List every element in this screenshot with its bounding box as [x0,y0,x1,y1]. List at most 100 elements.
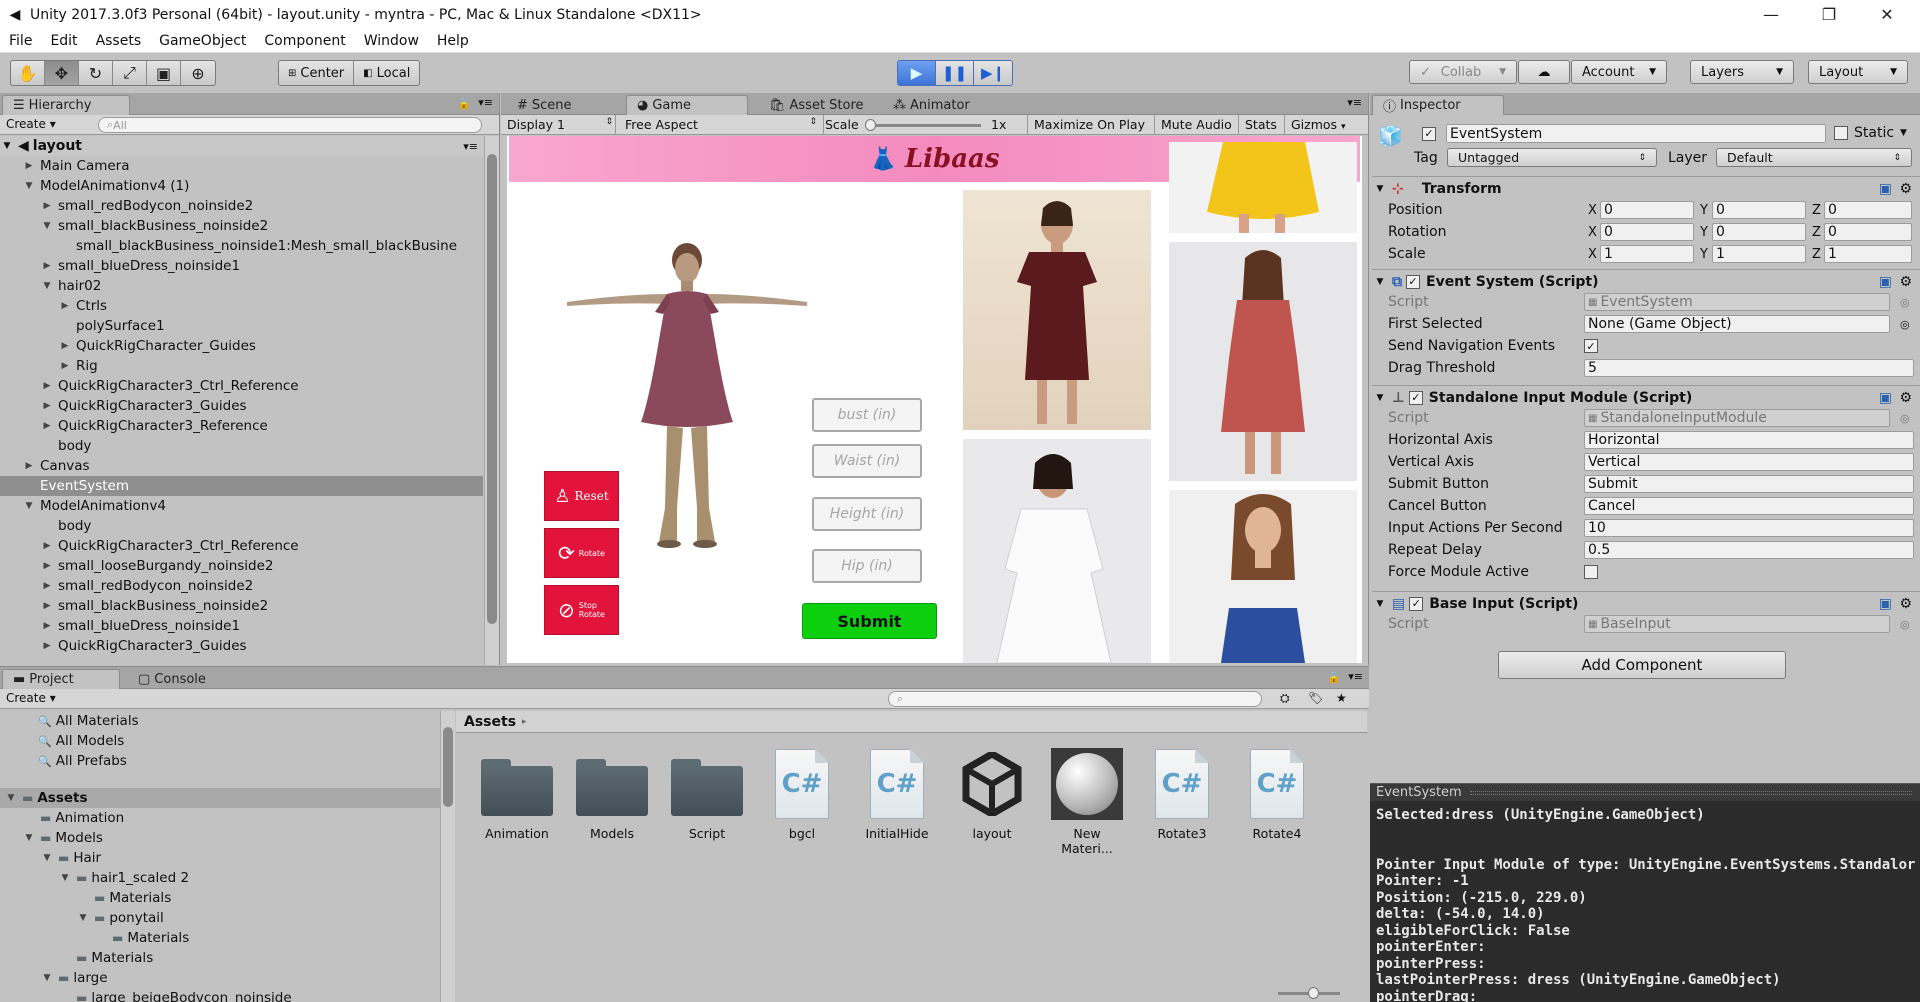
favorite-star-icon[interactable]: ★ [1336,691,1347,705]
hierarchy-row[interactable]: ▼ small_blackBusiness_noinside2 [0,216,483,236]
tab-game[interactable]: ◕ Game [626,95,748,115]
standalone-header[interactable]: ▼ ⊥ ✓ Standalone Input Module (Script) ▣… [1372,385,1920,409]
breadcrumb-assets[interactable]: Assets [464,714,516,730]
pause-icon[interactable]: ❚❚ [936,61,974,85]
rect-tool-icon[interactable]: ▣ [147,61,181,85]
active-checkbox[interactable]: ✓ [1422,126,1436,141]
bust-input[interactable]: bust (in) [812,398,922,432]
account-dropdown[interactable]: Account ▼ [1571,60,1667,84]
hierarchy-row[interactable]: ▶ QuickRigCharacter_Guides [0,336,483,356]
expanded-triangle-icon[interactable]: ▼ [22,501,36,511]
collapsed-triangle-icon[interactable]: ▶ [40,421,54,431]
expanded-triangle-icon[interactable]: ▼ [58,873,72,883]
hip-input[interactable]: Hip (in) [812,549,922,583]
create-dropdown[interactable]: Create ▾ [6,117,56,131]
settings-gear-icon[interactable]: ⚙ [1899,274,1912,290]
add-component-button[interactable]: Add Component [1498,651,1786,679]
menu-edit[interactable]: Edit [41,33,86,49]
dress-photo-yellow[interactable] [1169,142,1357,233]
project-tree-scroll-thumb[interactable] [443,727,453,807]
layout-dropdown[interactable]: Layout ▼ [1808,60,1908,84]
stats-toggle[interactable]: Stats [1245,117,1277,132]
panel-menu-icon[interactable]: ▾≡ [478,96,493,109]
expanded-triangle-icon[interactable]: ▼ [40,281,54,291]
project-tree-row[interactable]: ▬ Materials [0,928,440,948]
hierarchy-row[interactable]: ▼ ModelAnimationv4 (1) [0,176,483,196]
layers-dropdown[interactable]: Layers ▼ [1690,60,1794,84]
settings-gear-icon[interactable]: ⚙ [1899,596,1912,612]
asset-item[interactable]: Animation [476,748,558,841]
settings-gear-icon[interactable]: ⚙ [1899,390,1912,406]
help-icon[interactable]: ▣ [1879,390,1892,406]
submit-button[interactable]: Submit [802,603,937,639]
hierarchy-row[interactable]: small_blackBusiness_noinside1:Mesh_small… [0,236,483,256]
collab-button[interactable]: ✓ Collab ▼ [1409,60,1517,84]
hierarchy-row[interactable]: body [0,436,483,456]
tag-dropdown[interactable]: Untagged ⇕ [1447,148,1657,167]
collapsed-triangle-icon[interactable]: ▶ [40,201,54,211]
rotate-tool-icon[interactable]: ↻ [79,61,113,85]
favorite-item[interactable]: 🔍 All Models [0,731,440,751]
dress-photo-burgundy[interactable] [963,190,1151,430]
hierarchy-row[interactable]: ▶ Canvas [0,456,483,476]
first-selected-field[interactable]: None (Game Object) [1584,315,1890,333]
menu-file[interactable]: File [0,33,41,49]
force-module-checkbox[interactable] [1584,565,1598,579]
tab-animator[interactable]: ⁂ Animator [883,95,980,115]
hierarchy-row[interactable]: ▶ Rig [0,356,483,376]
hierarchy-row[interactable]: ▶ QuickRigCharacter3_Guides [0,396,483,416]
lock-icon[interactable]: 🔒 [457,97,471,110]
component-enabled-checkbox[interactable]: ✓ [1406,274,1420,289]
object-name-field[interactable]: EventSystem [1446,124,1826,143]
hand-tool-icon[interactable]: ✋ [11,61,45,85]
expanded-triangle-icon[interactable]: ▼ [4,793,18,803]
collapsed-triangle-icon[interactable]: ▶ [40,401,54,411]
menu-component[interactable]: Component [255,33,354,49]
submit-button-field[interactable]: Submit [1584,475,1914,493]
static-toggle[interactable]: Static ▼ [1834,125,1907,141]
hierarchy-row[interactable]: ▶ small_blueDress_noinside1 [0,616,483,636]
gizmos-dropdown[interactable]: Gizmos ▾ [1291,117,1346,132]
project-tree-scrollbar[interactable] [440,711,455,1002]
aspect-dropdown[interactable]: Free Aspect ⇕ [625,117,817,132]
asset-item[interactable]: Models [571,748,653,841]
asset-item[interactable]: C# InitialHide [856,748,938,841]
game-viewport[interactable]: 👗 Libaas ♙ Reset ⟳ Rotate ⊘ Stop Rotate bus… [507,136,1362,663]
hierarchy-row[interactable]: ▶ small_redBodycon_noinside2 [0,576,483,596]
close-button[interactable]: ✕ [1858,0,1916,29]
expanded-triangle-icon[interactable]: ▼ [40,973,54,983]
display-dropdown[interactable]: Display 1 ⇕ [507,117,613,132]
asset-item[interactable]: layout [951,748,1033,841]
scene-root-row[interactable]: ▼ ◀ layout ▾≡ [0,136,484,156]
asset-item[interactable]: New Materi... [1046,748,1128,856]
position-x-field[interactable]: 0 [1600,201,1694,219]
expanded-triangle-icon[interactable]: ▼ [76,913,90,923]
object-picker-icon[interactable]: ◎ [1900,318,1910,331]
lock-icon[interactable]: 🔒 [1327,671,1341,684]
filter-label-icon[interactable]: 🏷 [1308,691,1323,705]
scale-z-field[interactable]: 1 [1824,245,1912,263]
waist-input[interactable]: Waist (in) [812,444,922,478]
favorite-item[interactable]: 🔍 All Prefabs [0,751,440,771]
project-tree-row[interactable]: ▬ Materials [0,948,440,968]
object-picker-icon[interactable]: ◎ [1900,618,1910,631]
collapsed-triangle-icon[interactable]: ▶ [58,361,72,371]
scale-y-field[interactable]: 1 [1712,245,1806,263]
menu-gameobject[interactable]: GameObject [150,33,255,49]
hierarchy-row[interactable]: polySurface1 [0,316,483,336]
collapsed-triangle-icon[interactable]: ▶ [40,641,54,651]
event-system-header[interactable]: ▼ ⧉ ✓ Event System (Script) ▣ ⚙ [1372,269,1920,293]
stop-rotate-button[interactable]: ⊘ Stop Rotate [544,585,619,635]
menu-window[interactable]: Window [355,33,428,49]
rotate-button[interactable]: ⟳ Rotate [544,528,619,578]
dress-photo-red[interactable] [1169,242,1357,481]
scale-x-field[interactable]: 1 [1600,245,1694,263]
project-tree-row[interactable]: ▬ Animation [0,808,440,828]
hierarchy-search-input[interactable]: ⌕ All [98,117,482,133]
expanded-triangle-icon[interactable]: ▼ [40,221,54,231]
rotation-z-field[interactable]: 0 [1824,223,1912,241]
move-tool-icon[interactable]: ✥ [45,61,79,85]
expanded-triangle-icon[interactable]: ▼ [22,181,36,191]
position-z-field[interactable]: 0 [1824,201,1912,219]
expanded-triangle-icon[interactable]: ▼ [40,853,54,863]
